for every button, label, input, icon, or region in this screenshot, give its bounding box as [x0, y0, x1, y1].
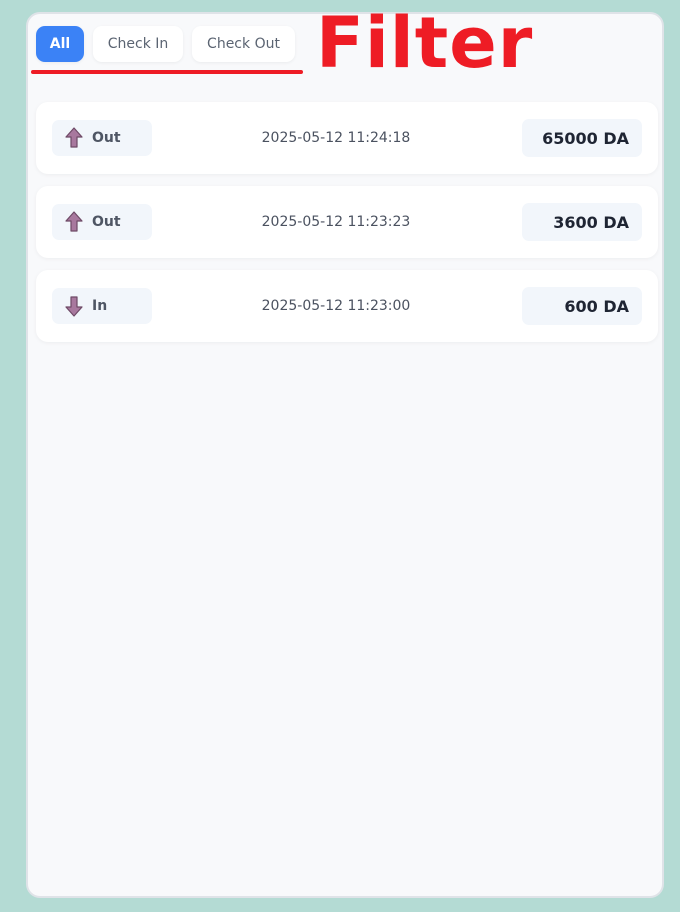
type-label: Out	[92, 130, 121, 146]
type-label: In	[92, 298, 108, 314]
amount-badge: 600 DA	[522, 287, 642, 325]
timestamp: 2025-05-12 11:24:18	[261, 130, 411, 146]
transaction-row[interactable]: Out 2025-05-12 11:23:23 3600 DA	[36, 186, 658, 258]
annotation-label: Filter	[316, 2, 534, 84]
filter-tabs: All Check In Check Out	[36, 26, 295, 62]
filter-tab-check-in[interactable]: Check In	[93, 26, 183, 62]
transaction-row[interactable]: In 2025-05-12 11:23:00 600 DA	[36, 270, 658, 342]
type-badge: In	[52, 288, 152, 324]
up-arrow-icon	[65, 127, 83, 148]
amount-badge: 65000 DA	[522, 119, 642, 157]
type-badge: Out	[52, 120, 152, 156]
filter-tab-check-out[interactable]: Check Out	[192, 26, 295, 62]
type-label: Out	[92, 214, 121, 230]
amount-badge: 3600 DA	[522, 203, 642, 241]
transaction-list: Out 2025-05-12 11:24:18 65000 DA Out 202…	[36, 102, 658, 354]
type-badge: Out	[52, 204, 152, 240]
timestamp: 2025-05-12 11:23:00	[261, 298, 411, 314]
transaction-row[interactable]: Out 2025-05-12 11:24:18 65000 DA	[36, 102, 658, 174]
up-arrow-icon	[65, 211, 83, 232]
annotation-underline	[31, 70, 303, 74]
filter-tab-all[interactable]: All	[36, 26, 84, 62]
timestamp: 2025-05-12 11:23:23	[261, 214, 411, 230]
down-arrow-icon	[65, 296, 83, 317]
transactions-panel: All Check In Check Out Filter Out 2025-0…	[26, 8, 664, 898]
